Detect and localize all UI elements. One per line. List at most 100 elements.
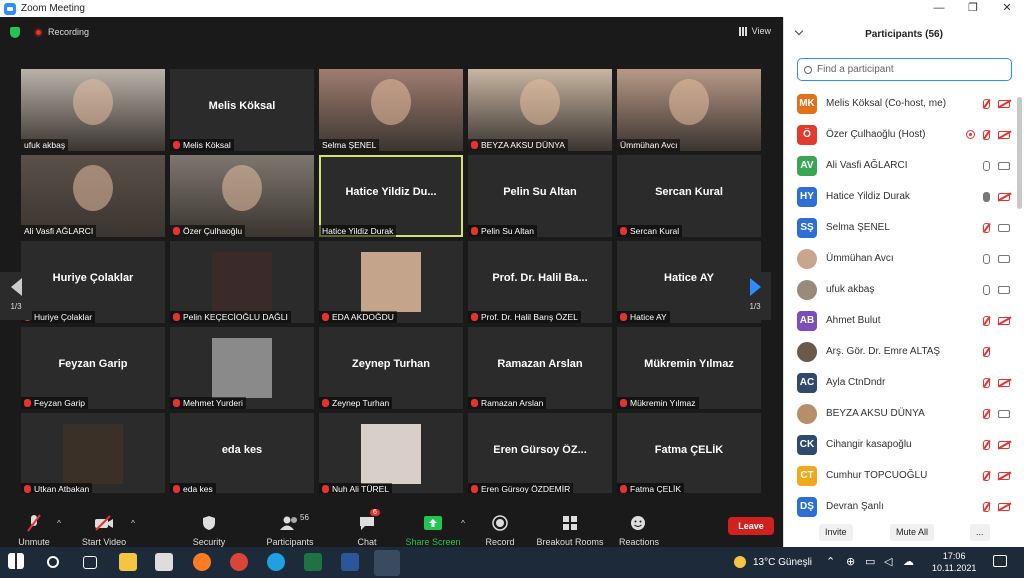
- participant-row[interactable]: CK Cihangir kasapoğlu: [784, 429, 1016, 460]
- mic-muted-icon[interactable]: [983, 129, 990, 140]
- cloud-icon[interactable]: ☁: [903, 555, 914, 568]
- system-clock[interactable]: 17:06 10.11.2021: [932, 550, 976, 574]
- video-off-icon[interactable]: [998, 130, 1010, 139]
- participant-list-scrollbar[interactable]: [1017, 97, 1022, 209]
- encryption-shield-icon[interactable]: [10, 26, 20, 38]
- video-tile[interactable]: Sercan Kural Sercan Kural: [617, 155, 761, 237]
- video-off-icon[interactable]: [998, 378, 1010, 387]
- participant-row[interactable]: Arş. Gör. Dr. Emre ALTAŞ: [784, 336, 1016, 367]
- video-icon[interactable]: [998, 254, 1010, 263]
- participants-button[interactable]: 56 Participants: [262, 493, 318, 547]
- notifications-icon[interactable]: [993, 555, 1007, 567]
- mic-muted-icon[interactable]: [983, 346, 990, 357]
- video-tile[interactable]: Utkan Atbakan: [21, 413, 165, 495]
- participant-row[interactable]: CT Cumhur TOPCUOĞLU: [784, 460, 1016, 491]
- video-tile[interactable]: Hatice Yildiz Du... Hatice Yildiz Durak: [319, 155, 463, 237]
- video-tile[interactable]: Selma ŞENEL: [319, 69, 463, 151]
- chrome-icon[interactable]: [230, 553, 248, 571]
- mic-muted-icon[interactable]: [983, 501, 990, 512]
- video-tile[interactable]: Melis Köksal Melis Köksal: [170, 69, 314, 151]
- security-button[interactable]: Security: [188, 493, 230, 547]
- word-icon[interactable]: [341, 553, 359, 571]
- video-off-icon[interactable]: [998, 502, 1010, 511]
- mic-muted-icon[interactable]: [983, 315, 990, 326]
- close-button[interactable]: ✕: [990, 0, 1024, 17]
- mic-icon[interactable]: [983, 284, 990, 295]
- volume-icon[interactable]: ◁: [884, 555, 892, 568]
- firefox-icon[interactable]: [193, 553, 211, 571]
- participant-row[interactable]: AV Ali Vasfi AĞLARCI: [784, 150, 1016, 181]
- minimize-button[interactable]: —: [922, 0, 956, 17]
- reactions-button[interactable]: Reactions: [618, 493, 660, 547]
- participant-row[interactable]: Ö Özer Çulhaoğlu (Host): [784, 119, 1016, 150]
- video-off-icon[interactable]: [998, 471, 1010, 480]
- video-tile[interactable]: Zeynep Turhan Zeynep Turhan: [319, 327, 463, 409]
- video-off-icon[interactable]: [998, 440, 1010, 449]
- weather-text[interactable]: 13°C Güneşli: [753, 557, 812, 568]
- video-icon[interactable]: [998, 223, 1010, 232]
- video-icon[interactable]: [998, 285, 1010, 294]
- mic-muted-icon[interactable]: [983, 439, 990, 450]
- breakout-rooms-button[interactable]: Breakout Rooms: [536, 493, 604, 547]
- video-tile[interactable]: Nuh Ali TÜREL: [319, 413, 463, 495]
- participant-row[interactable]: SŞ Selma ŞENEL: [784, 212, 1016, 243]
- participant-search-input[interactable]: Find a participant: [797, 58, 1012, 81]
- video-tile[interactable]: Özer Çulhaoğlu: [170, 155, 314, 237]
- video-options-caret[interactable]: ^: [128, 493, 138, 547]
- video-off-icon[interactable]: [998, 192, 1010, 201]
- mic-muted-icon[interactable]: [983, 377, 990, 388]
- video-tile[interactable]: Ümmühan Avcı: [617, 69, 761, 151]
- next-page-button[interactable]: 1/3: [739, 272, 771, 320]
- participant-row[interactable]: AC Ayla CtnDndr: [784, 367, 1016, 398]
- video-tile[interactable]: Fatma ÇELİK Fatma ÇELİK: [617, 413, 761, 495]
- start-video-button[interactable]: Start Video: [80, 493, 128, 547]
- video-tile[interactable]: Mükremin Yılmaz Mükremin Yılmaz: [617, 327, 761, 409]
- video-icon[interactable]: [998, 409, 1010, 418]
- participant-row[interactable]: ufuk akbaş: [784, 274, 1016, 305]
- video-off-icon[interactable]: [998, 316, 1010, 325]
- video-tile[interactable]: Mehmet Yurderi: [170, 327, 314, 409]
- video-tile[interactable]: ufuk akbaş: [21, 69, 165, 151]
- mic-muted-icon[interactable]: [983, 408, 990, 419]
- view-button[interactable]: View: [738, 26, 771, 36]
- network-icon[interactable]: ⊕: [846, 555, 855, 568]
- record-button[interactable]: Record: [482, 493, 518, 547]
- video-off-icon[interactable]: [998, 99, 1010, 108]
- unmute-button[interactable]: Unmute: [14, 493, 54, 547]
- battery-icon[interactable]: ▭: [865, 555, 875, 568]
- participant-row[interactable]: HY Hatice Yildiz Durak: [784, 181, 1016, 212]
- video-tile[interactable]: eda kes eda kes: [170, 413, 314, 495]
- task-view-icon[interactable]: [83, 556, 97, 569]
- participant-row[interactable]: BEYZA AKSU DÜNYA: [784, 398, 1016, 429]
- audio-options-caret[interactable]: ^: [54, 493, 64, 547]
- invite-button[interactable]: Invite: [819, 524, 853, 541]
- collapse-panel-chevron-icon[interactable]: [794, 26, 804, 36]
- maximize-button[interactable]: ❐: [956, 0, 990, 17]
- video-tile[interactable]: Pelin KEÇECİOĞLU DAĞLI: [170, 241, 314, 323]
- mic-muted-icon[interactable]: [983, 222, 990, 233]
- recording-indicator[interactable]: Recording: [34, 27, 89, 37]
- video-tile[interactable]: BEYZA AKSU DÜNYA: [468, 69, 612, 151]
- video-tile[interactable]: Feyzan Garip Feyzan Garip: [21, 327, 165, 409]
- participant-row[interactable]: AB Ahmet Bulut: [784, 305, 1016, 336]
- video-icon[interactable]: [998, 161, 1010, 170]
- zoom-taskbar-button[interactable]: [374, 550, 400, 576]
- video-tile[interactable]: Prof. Dr. Halil Ba... Prof. Dr. Halil Bar…: [468, 241, 612, 323]
- store-icon[interactable]: [155, 553, 173, 571]
- video-tile[interactable]: Pelin Su Altan Pelin Su Altan: [468, 155, 612, 237]
- excel-icon[interactable]: [304, 553, 322, 571]
- mic-muted-icon[interactable]: [983, 470, 990, 481]
- chat-button[interactable]: 6 Chat: [352, 493, 382, 547]
- edge-icon[interactable]: [267, 553, 285, 571]
- show-hidden-icons-icon[interactable]: ⌃: [826, 555, 835, 568]
- mic-icon[interactable]: [983, 253, 990, 264]
- mute-all-button[interactable]: Mute All: [890, 524, 935, 541]
- mic-icon[interactable]: [983, 191, 990, 202]
- mic-icon[interactable]: [983, 160, 990, 171]
- video-tile[interactable]: Huriye Çolaklar Huriye Çolaklar: [21, 241, 165, 323]
- video-tile[interactable]: Eren Gürsoy ÖZ... Eren Gürsoy ÖZDEMİR: [468, 413, 612, 495]
- participant-row[interactable]: MK Melis Köksal (Co-host, me): [784, 88, 1016, 119]
- windows-start-icon[interactable]: [8, 553, 24, 569]
- mic-muted-icon[interactable]: [983, 98, 990, 109]
- prev-page-button[interactable]: 1/3: [0, 272, 32, 320]
